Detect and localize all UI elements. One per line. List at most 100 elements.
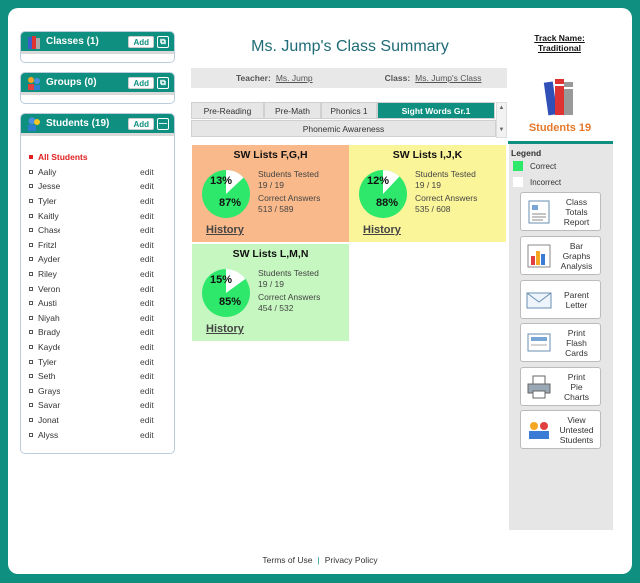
student-name[interactable]: Tyler (38, 196, 62, 206)
printer-button[interactable]: Print Pie Charts (520, 367, 601, 406)
add-class-button[interactable]: Add (128, 35, 154, 48)
edit-link[interactable]: edit (140, 415, 154, 425)
copy-icon[interactable]: ⧉ (157, 35, 169, 48)
tab-phonemic-awareness[interactable]: Phonemic Awareness (191, 120, 496, 137)
add-group-button[interactable]: Add (128, 76, 154, 89)
student-name[interactable]: Tyler (38, 357, 62, 367)
edit-link[interactable]: edit (140, 167, 154, 177)
terms-link[interactable]: Terms of Use (262, 555, 312, 565)
student-name[interactable]: Kayde (38, 342, 62, 352)
student-name[interactable]: Veron (38, 284, 62, 294)
edit-link[interactable]: edit (140, 371, 154, 381)
student-name[interactable]: Jesse (38, 181, 62, 191)
bullet-icon (29, 301, 33, 306)
scroll-up-icon[interactable]: ▲ (497, 105, 506, 111)
incorrect-swatch (513, 177, 523, 187)
envelope-button[interactable]: Parent Letter (520, 280, 601, 319)
class-label: Class: (384, 73, 411, 83)
edit-link[interactable]: edit (140, 400, 154, 410)
bullet-icon (29, 403, 33, 408)
action-label: Class Totals Report (553, 197, 600, 227)
tab-pre-reading[interactable]: Pre-Reading (191, 102, 264, 119)
classes-header[interactable]: Classes (1) Add ⧉ (21, 32, 174, 54)
student-name[interactable]: Austi (38, 298, 62, 308)
student-name[interactable]: Ayden (38, 254, 62, 264)
edit-link[interactable]: edit (140, 269, 154, 279)
student-name[interactable]: Kaitly (38, 211, 62, 221)
flashcard-button[interactable]: Print Flash Cards (520, 323, 601, 362)
student-name[interactable]: Fritzl (38, 240, 62, 250)
answers-value: 454 / 532 (258, 302, 294, 313)
collapse-button[interactable]: — (157, 117, 169, 130)
subject-tabs: Pre-Reading Pre-Math Phonics 1 Sight Wor… (191, 102, 507, 138)
copy-icon[interactable]: ⧉ (157, 76, 169, 89)
student-name[interactable]: Aaliy (38, 167, 62, 177)
bullet-icon (29, 257, 33, 262)
tab-phonics-1[interactable]: Phonics 1 (321, 102, 377, 119)
tab-sight-words[interactable]: Sight Words Gr.1 (377, 102, 495, 119)
card-title: SW Lists F,G,H (233, 149, 308, 161)
bullet-icon (29, 213, 33, 218)
correct-pct: 85% (219, 296, 242, 308)
all-students-label[interactable]: All Students (38, 152, 88, 162)
bar-graph-button[interactable]: Bar Graphs Analysis (520, 236, 601, 275)
student-name[interactable]: Savan (38, 400, 62, 410)
student-name[interactable]: Brady (38, 327, 62, 337)
edit-link[interactable]: edit (140, 240, 154, 250)
students-header[interactable]: Students (19) Add — (21, 114, 174, 136)
students-count: (19) (91, 118, 110, 129)
class-link[interactable]: Ms. Jump's Class (415, 73, 481, 83)
student-name[interactable]: Riley (38, 269, 62, 279)
teacher-link[interactable]: Ms. Jump (276, 73, 313, 83)
edit-link[interactable]: edit (140, 254, 154, 264)
scroll-down-icon[interactable]: ▼ (497, 127, 506, 133)
groups-panel: Groups (0) Add ⧉ (20, 72, 175, 104)
tabs-scrollbar[interactable]: ▲ ▼ (496, 102, 507, 138)
bullet-icon (29, 169, 33, 174)
edit-link[interactable]: edit (140, 357, 154, 367)
tab-pre-math[interactable]: Pre-Math (264, 102, 321, 119)
edit-link[interactable]: edit (140, 386, 154, 396)
legend-correct: Correct (513, 161, 556, 171)
student-name[interactable]: Chase (38, 225, 62, 235)
answers-label: Correct Answers (415, 193, 478, 203)
students-panel: Students (19) Add — All Students Aaliy ed… (20, 113, 175, 454)
action-label-line: Untested (559, 424, 594, 435)
report-button[interactable]: Class Totals Report (520, 192, 601, 231)
edit-link[interactable]: edit (140, 211, 154, 221)
edit-link[interactable]: edit (140, 284, 154, 294)
student-name[interactable]: Grays (38, 386, 62, 396)
edit-link[interactable]: edit (140, 196, 154, 206)
edit-link[interactable]: edit (140, 181, 154, 191)
quiz-card[interactable]: SW Lists L,M,N 15% 85% Students Tested 19 / … (192, 244, 349, 341)
quiz-card[interactable]: SW Lists I,J,K 12% 88% Students Tested 19 / … (349, 145, 506, 242)
untested-students-button[interactable]: View Untested Students (520, 410, 601, 449)
bullet-icon (29, 242, 33, 247)
edit-link[interactable]: edit (140, 225, 154, 235)
groups-icon (26, 75, 42, 91)
history-link[interactable]: History (206, 323, 244, 335)
track-value[interactable]: Traditional (522, 43, 597, 53)
student-name[interactable]: Niyah (38, 313, 62, 323)
edit-link[interactable]: edit (140, 327, 154, 337)
bullet-icon (29, 228, 33, 233)
edit-link[interactable]: edit (140, 430, 154, 440)
quiz-card[interactable]: SW Lists F,G,H 13% 87% Students Tested 19 / … (192, 145, 349, 242)
tested-value: 19 / 19 (258, 278, 284, 289)
card-stats: Students Tested 19 / 19 Correct Answers 535… (415, 169, 477, 214)
edit-link[interactable]: edit (140, 313, 154, 323)
history-link[interactable]: History (206, 224, 244, 236)
groups-header[interactable]: Groups (0) Add ⧉ (21, 73, 174, 95)
redacted-names (60, 162, 126, 442)
history-link[interactable]: History (363, 224, 401, 236)
student-name[interactable]: Seth (38, 371, 62, 381)
students-label: Students (46, 118, 89, 129)
student-name[interactable]: Alyss (38, 430, 62, 440)
track-name[interactable]: Track Name: Traditional (522, 33, 597, 53)
edit-link[interactable]: edit (140, 342, 154, 352)
student-name[interactable]: Jonat (38, 415, 62, 425)
privacy-link[interactable]: Privacy Policy (325, 555, 378, 565)
edit-link[interactable]: edit (140, 298, 154, 308)
add-student-button[interactable]: Add (128, 117, 154, 130)
action-label-line: Letter (565, 299, 588, 310)
